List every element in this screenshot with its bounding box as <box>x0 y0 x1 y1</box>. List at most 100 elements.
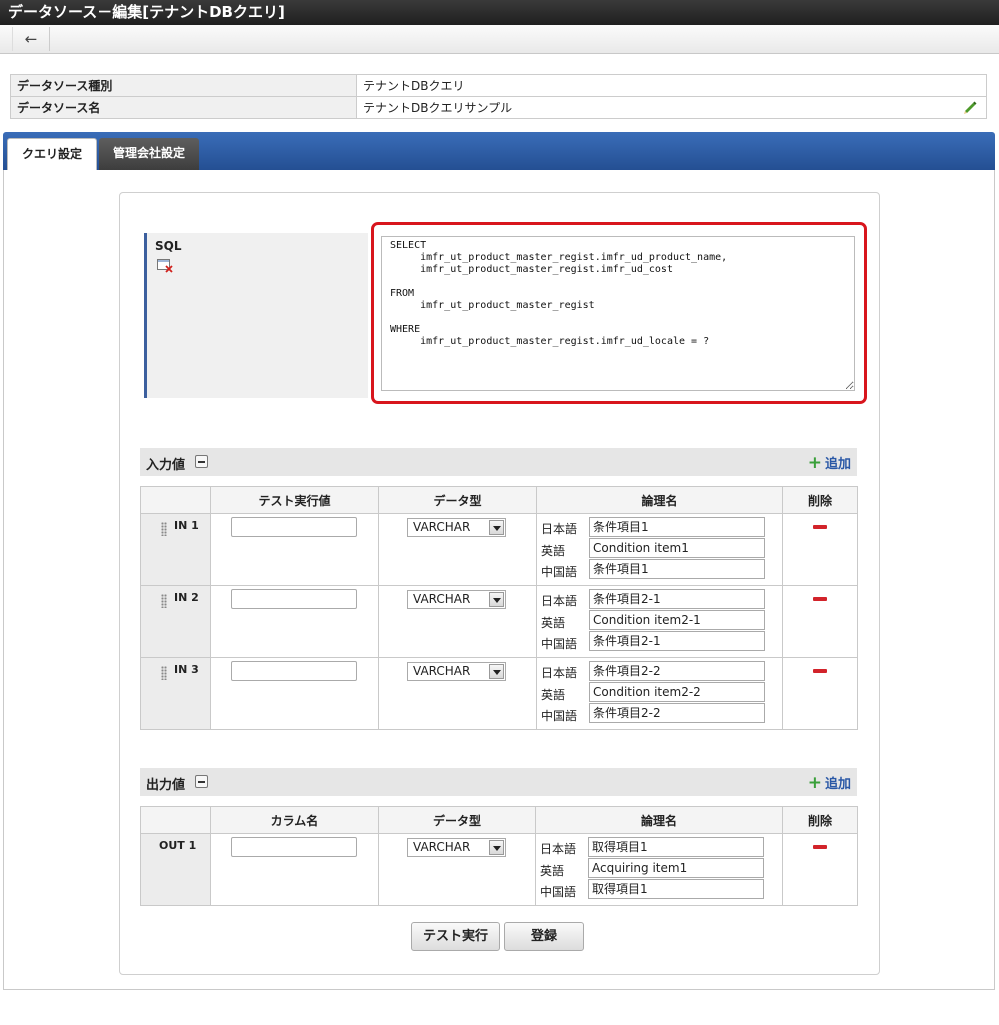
column-header: 削除 <box>782 806 858 834</box>
test-value-input[interactable] <box>231 589 357 609</box>
column-header: 論理名 <box>536 486 783 514</box>
row-id: IN 1 <box>174 519 199 532</box>
add-input-label: 追加 <box>824 457 851 472</box>
input-values-header: 入力値 + 追加 <box>140 448 857 476</box>
delete-row-icon[interactable] <box>813 845 827 849</box>
input-row: IN 1 VARCHAR 日本語 条件項目1 英語 Condition item… <box>140 513 858 586</box>
datasource-info-table: データソース種別 テナントDBクエリ データソース名 テナントDBクエリサンプル <box>10 74 987 119</box>
test-run-button[interactable]: テスト実行 <box>411 922 500 951</box>
data-type-select[interactable]: VARCHAR <box>407 838 506 857</box>
lang-label: 英語 <box>540 864 565 878</box>
sql-label-cell: SQL <box>144 233 368 398</box>
logical-name-input[interactable]: 取得項目1 <box>588 837 764 857</box>
data-type-value: VARCHAR <box>413 840 471 854</box>
row-label-cell: IN 1 <box>140 513 211 586</box>
info-value: テナントDBクエリ <box>356 74 987 97</box>
tab-query-settings[interactable]: クエリ設定 <box>7 138 98 170</box>
logical-name-input[interactable]: 条件項目1 <box>589 559 765 579</box>
drag-handle-icon[interactable] <box>161 666 167 680</box>
test-value-input[interactable] <box>231 661 357 681</box>
logical-name-input[interactable]: Condition item1 <box>589 538 765 558</box>
collapse-output-icon[interactable] <box>195 775 208 788</box>
data-type-value: VARCHAR <box>413 592 471 606</box>
info-label: データソース種別 <box>10 74 357 97</box>
chevron-down-icon <box>489 520 504 535</box>
chevron-down-icon <box>489 840 504 855</box>
row-label-cell: OUT 1 <box>140 833 211 906</box>
add-output-label: 追加 <box>824 777 851 792</box>
output-row: OUT 1 VARCHAR 日本語 取得項目1 英語 Acquiring ite… <box>140 833 858 906</box>
lang-label: 英語 <box>541 616 566 630</box>
column-header: テスト実行値 <box>210 486 379 514</box>
lang-label: 日本語 <box>541 594 578 608</box>
row-id: OUT 1 <box>159 839 197 852</box>
window-title: データソース－編集[テナントDBクエリ] <box>0 0 999 25</box>
lang-label: 日本語 <box>540 842 577 856</box>
lang-label: 中国語 <box>541 709 578 723</box>
row-id: IN 3 <box>174 663 199 676</box>
sql-label: SQL <box>155 239 182 253</box>
lang-label: 日本語 <box>541 666 578 680</box>
sql-textarea[interactable]: SELECT imfr_ut_product_master_regist.imf… <box>381 236 855 391</box>
column-header: カラム名 <box>210 806 379 834</box>
delete-row-icon[interactable] <box>813 525 827 529</box>
toolbar: ← <box>0 25 999 54</box>
drag-handle-icon[interactable] <box>161 522 167 536</box>
column-header: 論理名 <box>535 806 783 834</box>
lang-label: 日本語 <box>541 522 578 536</box>
row-label-cell: IN 3 <box>140 657 211 730</box>
row-id: IN 2 <box>174 591 199 604</box>
lang-label: 英語 <box>541 688 566 702</box>
collapse-input-icon[interactable] <box>195 455 208 468</box>
data-type-select[interactable]: VARCHAR <box>407 518 506 537</box>
logical-name-input[interactable]: 条件項目2-1 <box>589 589 765 609</box>
logical-name-input[interactable]: 条件項目2-2 <box>589 703 765 723</box>
chevron-down-icon <box>489 664 504 679</box>
back-arrow-icon: ← <box>24 30 38 48</box>
data-type-select[interactable]: VARCHAR <box>407 590 506 609</box>
input-row: IN 2 VARCHAR 日本語 条件項目2-1 英語 Condition it… <box>140 585 858 658</box>
input-values-table: テスト実行値 データ型 論理名 削除 IN 1 VARCHAR 日本語 条件項目… <box>140 486 858 730</box>
column-name-input[interactable] <box>231 837 357 857</box>
column-header <box>140 806 211 834</box>
info-value-cell: テナントDBクエリサンプル <box>356 96 987 119</box>
plus-icon: + <box>807 773 822 793</box>
info-value: テナントDBクエリサンプル <box>363 101 513 115</box>
output-values-table: カラム名 データ型 論理名 削除 OUT 1 VARCHAR 日本語 取得項目1… <box>140 806 858 906</box>
lang-label: 中国語 <box>541 637 578 651</box>
data-type-value: VARCHAR <box>413 664 471 678</box>
info-row-name: データソース名 テナントDBクエリサンプル <box>10 96 987 119</box>
logical-name-input[interactable]: 条件項目2-2 <box>589 661 765 681</box>
column-header: データ型 <box>378 806 536 834</box>
column-header: データ型 <box>378 486 537 514</box>
logical-name-input[interactable]: Condition item2-2 <box>589 682 765 702</box>
logical-name-input[interactable]: 条件項目2-1 <box>589 631 765 651</box>
column-header <box>140 486 211 514</box>
test-value-input[interactable] <box>231 517 357 537</box>
logical-name-input[interactable]: Acquiring item1 <box>588 858 764 878</box>
delete-row-icon[interactable] <box>813 669 827 673</box>
data-type-select[interactable]: VARCHAR <box>407 662 506 681</box>
info-label: データソース名 <box>10 96 357 119</box>
drag-handle-icon[interactable] <box>161 594 167 608</box>
delete-row-icon[interactable] <box>813 597 827 601</box>
input-row: IN 3 VARCHAR 日本語 条件項目2-2 英語 Condition it… <box>140 657 858 730</box>
add-input-button[interactable]: + 追加 <box>808 453 851 473</box>
output-values-header: 出力値 + 追加 <box>140 768 857 796</box>
logical-name-input[interactable]: 条件項目1 <box>589 517 765 537</box>
back-button[interactable]: ← <box>12 27 50 51</box>
lang-label: 中国語 <box>540 885 577 899</box>
output-values-title: 出力値 <box>146 778 186 793</box>
lang-label: 英語 <box>541 544 566 558</box>
row-label-cell: IN 2 <box>140 585 211 658</box>
column-header: 削除 <box>782 486 858 514</box>
data-type-value: VARCHAR <box>413 520 471 534</box>
tab-company-settings[interactable]: 管理会社設定 <box>99 138 200 170</box>
pencil-icon[interactable] <box>962 100 978 116</box>
register-button[interactable]: 登録 <box>504 922 584 951</box>
logical-name-input[interactable]: 取得項目1 <box>588 879 764 899</box>
add-output-button[interactable]: + 追加 <box>807 773 851 793</box>
logical-name-input[interactable]: Condition item2-1 <box>589 610 765 630</box>
clear-sql-icon[interactable] <box>157 259 173 273</box>
lang-label: 中国語 <box>541 565 578 579</box>
